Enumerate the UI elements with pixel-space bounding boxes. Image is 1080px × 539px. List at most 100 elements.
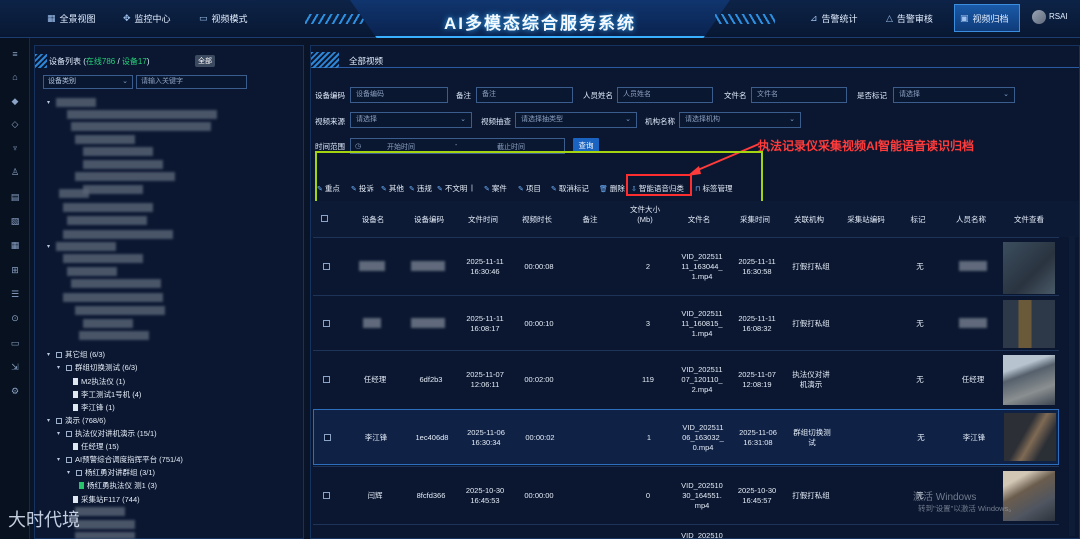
security-icon[interactable]: ◇ (9, 118, 21, 130)
mark-other-button[interactable]: ✎ 其他 (381, 183, 404, 194)
col-file-time[interactable]: 文件时间 (461, 215, 505, 225)
tree-node-group[interactable]: ▾ 杨红勇对讲群组 (3/1) (67, 467, 155, 478)
folder-icon[interactable]: ▭ (9, 337, 21, 349)
tree-node-group[interactable]: ▾ 其它组 (6/3) (47, 349, 105, 360)
col-person[interactable]: 人员名称 (951, 215, 991, 225)
row-checkbox[interactable] (323, 492, 330, 499)
mark-complaint-button[interactable]: ✎ 投诉 (351, 183, 374, 194)
menu-icon[interactable]: ≡ (9, 48, 21, 60)
all-filter-badge[interactable]: 全部 (195, 55, 215, 67)
col-file-name[interactable]: 文件名 (679, 215, 719, 225)
user-avatar[interactable] (1032, 10, 1046, 24)
user-name[interactable]: RSAI (1049, 12, 1068, 21)
collect-time-cell: 2025-10-30 16:45:57 (737, 486, 777, 505)
file-name-input[interactable]: 文件名 (751, 87, 847, 103)
row-checkbox[interactable] (323, 263, 330, 270)
tool-icon[interactable]: ♆ (9, 142, 21, 154)
col-station-code[interactable]: 采集站编码 (841, 215, 891, 225)
nav-alarm-statistics[interactable]: ⊿ 告警统计 (810, 11, 858, 25)
delete-button[interactable]: 🗑 删除 (599, 183, 625, 194)
case-button[interactable]: ✎ 案件 (484, 183, 507, 194)
export-icon[interactable]: ⇲ (9, 361, 21, 373)
nav-video-mode[interactable]: ▭ 视频模式 (199, 11, 248, 25)
network-icon[interactable]: ⊞ (9, 264, 21, 276)
settings-icon[interactable]: ⚙ (9, 385, 21, 397)
tag-management-button[interactable]: ⊓ 标签管理 (695, 183, 732, 194)
video-thumbnail[interactable] (1004, 413, 1056, 461)
tree-node-device[interactable]: 采集站F117 (744) (73, 494, 140, 505)
col-file-size[interactable]: 文件大小 (Mb) (623, 205, 667, 225)
tree-node-device-online[interactable]: 杨红勇执法仪 测1 (3) (79, 480, 157, 491)
video-check-select[interactable]: 请选择抽类型 ⌄ (515, 112, 637, 128)
org-select[interactable]: 请选择机构 ⌄ (679, 112, 801, 128)
table-row[interactable]: 任经理 6df2b3 2025-11-07 12:06:11 00:02:00 … (313, 350, 1059, 408)
row-checkbox[interactable] (323, 376, 330, 383)
table-scrollbar[interactable] (1069, 236, 1075, 536)
edit-icon: ✎ (351, 185, 357, 193)
apps-icon[interactable]: ▦ (9, 239, 21, 251)
video-thumbnail[interactable] (1003, 242, 1055, 294)
col-file-view[interactable]: 文件查看 (1007, 215, 1051, 225)
col-duration[interactable]: 视频时长 (515, 215, 559, 225)
device-code-input[interactable]: 设备编码 (350, 87, 448, 103)
app-title: AI多模态综合服务系统 (444, 14, 636, 33)
row-checkbox[interactable] (324, 434, 331, 441)
ai-voice-classify-button[interactable]: ⇩ 智能语音归类 (631, 183, 684, 194)
clock-icon: ◷ (355, 143, 362, 150)
tree-keyword-input[interactable]: 请输入关键字 (136, 75, 247, 89)
mark-uncivil-button[interactable]: ✎ 不文明 (437, 183, 467, 194)
tree-node-device[interactable]: 任经理 (15) (73, 441, 119, 452)
video-check-label: 视频抽查 (481, 117, 511, 126)
video-thumbnail[interactable] (1003, 300, 1055, 348)
nav-panorama-view[interactable]: ▦ 全景视图 (47, 11, 96, 25)
table-row[interactable]: 2025-11-11 16:08:17 00:00:10 3 VID_20251… (313, 295, 1059, 350)
tree-node-collapsed[interactable]: ▾ (47, 242, 116, 251)
video-source-select[interactable]: 请选择 ⌄ (350, 112, 472, 128)
tree-node-collapsed[interactable]: ▾ (47, 98, 96, 107)
tree-node-device[interactable]: 李江锋 (1) (73, 402, 115, 413)
table-row[interactable]: VID_202510 (313, 524, 1059, 539)
unmark-button[interactable]: ✎ 取消标记 (551, 183, 589, 194)
mark-key-button[interactable]: ✎ 重点 (317, 183, 340, 194)
device-category-select[interactable]: 设备类别 ⌄ (43, 75, 133, 89)
file-name-cell: VID_202511 06_163032_ 0.mp4 (682, 423, 724, 452)
nav-monitor-center[interactable]: ✥ 监控中心 (123, 11, 171, 25)
project-button[interactable]: ✎ 项目 (518, 183, 541, 194)
org-name-label: 机构名称 (645, 117, 675, 126)
tree-node-device[interactable]: M2执法仪 (1) (73, 376, 125, 387)
chevron-down-icon: ⌄ (460, 116, 466, 123)
video-thumbnail[interactable] (1003, 355, 1055, 405)
device-code-cell: 8fcfd366 (416, 491, 446, 500)
col-device-name[interactable]: 设备名 (353, 215, 393, 225)
home-icon[interactable]: ⌂ (9, 71, 21, 83)
tree-node-group[interactable]: ▾ 演示 (768/6) (47, 415, 106, 426)
person-cell: 李江锋 (962, 433, 986, 442)
remark-input[interactable]: 备注 (476, 87, 573, 103)
image-icon[interactable]: ▧ (9, 215, 21, 227)
col-device-code[interactable]: 设备编码 (407, 215, 451, 225)
tree-node-device[interactable]: 李工测试1号机 (4) (73, 389, 141, 400)
col-org[interactable]: 关联机构 (787, 215, 831, 225)
nav-alarm-review[interactable]: △ 告警审核 (886, 11, 933, 25)
nav-video-archive[interactable]: ▣ 视频归档 (960, 11, 1009, 25)
select-all-checkbox[interactable] (321, 215, 328, 222)
location-icon[interactable]: ⊙ (9, 312, 21, 324)
list-icon[interactable]: ☰ (9, 288, 21, 300)
shield-icon[interactable]: ◆ (9, 95, 21, 107)
col-remark[interactable]: 备注 (573, 215, 607, 225)
col-mark[interactable]: 标记 (907, 215, 929, 225)
mark-select[interactable]: 请选择 ⌄ (893, 87, 1015, 103)
person-name-input[interactable]: 人员姓名 (617, 87, 713, 103)
file-time-cell: 2025-11-11 16:08:17 (466, 314, 504, 333)
document-icon[interactable]: ▤ (9, 191, 21, 203)
mark-violation-button[interactable]: ✎ 违规 (409, 183, 432, 194)
table-row[interactable]: 2025-11-11 16:30:46 00:00:08 2 VID_20251… (313, 237, 1059, 295)
tree-node-group[interactable]: ▾ 群组切换测试 (6/3) (57, 362, 138, 373)
tree-node-group[interactable]: ▾ 执法仪对讲机演示 (15/1) (57, 428, 157, 439)
mark-cell: 无 (916, 262, 924, 271)
col-collect-time[interactable]: 采集时间 (733, 215, 777, 225)
row-checkbox[interactable] (323, 320, 330, 327)
user-icon[interactable]: ♙ (9, 166, 21, 178)
tree-node-group[interactable]: ▾ AI预警综合调度指挥平台 (751/4) (57, 454, 183, 465)
table-row-selected[interactable]: 李江锋 1ec406d8 2025-11-06 16:30:34 00:00:0… (313, 409, 1059, 465)
